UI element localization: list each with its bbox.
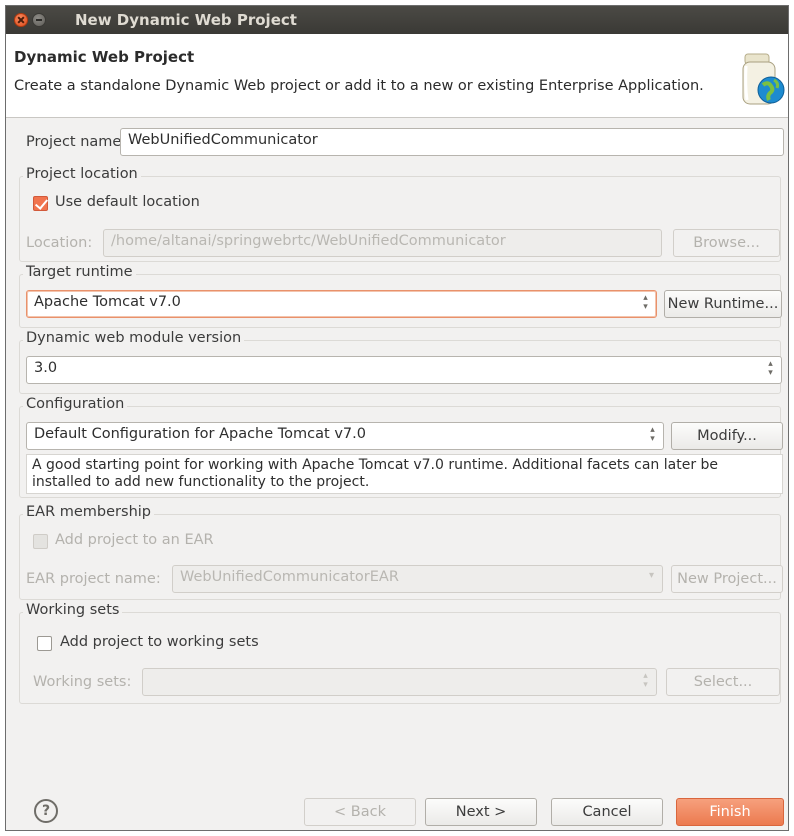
configuration-description: A good starting point for working with A… [26,454,783,494]
add-to-working-sets-checkbox[interactable] [37,636,52,651]
configuration-select[interactable]: Default Configuration for Apache Tomcat … [26,422,664,450]
window-title: New Dynamic Web Project [75,11,297,29]
add-to-ear-label: Add project to an EAR [55,532,214,548]
working-sets-label: Working sets [23,602,123,618]
ear-project-name-select[interactable]: WebUnifiedCommunicatorEAR ▾ [172,565,663,593]
module-version-value: 3.0 [34,360,58,376]
spinner-icon: ▴ ▾ [768,359,773,378]
ear-project-name-label: EAR project name: [26,571,161,587]
page-title: Dynamic Web Project [14,48,195,66]
spinner-icon: ▴ ▾ [650,425,655,444]
add-to-working-sets-label: Add project to working sets [60,634,259,650]
ear-project-name-value: WebUnifiedCommunicatorEAR [180,569,399,585]
close-icon[interactable] [14,13,28,27]
back-button[interactable]: < Back [304,798,416,826]
working-sets-select[interactable]: ▴ ▾ [142,668,657,696]
spinner-icon: ▴ ▾ [643,293,648,312]
new-ear-project-button[interactable]: New Project... [671,565,783,593]
help-icon[interactable]: ? [34,799,58,823]
minimize-icon[interactable] [32,13,46,27]
add-to-ear-checkbox[interactable] [33,534,48,549]
dialog-window: New Dynamic Web Project Dynamic Web Proj… [5,5,789,831]
configuration-value: Default Configuration for Apache Tomcat … [34,426,366,442]
target-runtime-select[interactable]: Apache Tomcat v7.0 ▴ ▾ [26,290,657,318]
next-button[interactable]: Next > [425,798,537,826]
location-field[interactable]: /home/altanai/springwebrtc/WebUnifiedCom… [103,229,662,257]
select-working-sets-button[interactable]: Select... [666,668,780,696]
location-label: Location: [26,235,93,251]
cancel-button[interactable]: Cancel [551,798,663,826]
project-name-label: Project name: [26,134,127,150]
module-version-select[interactable]: 3.0 ▴ ▾ [26,356,782,384]
wizard-header: Dynamic Web Project Create a standalone … [6,34,788,118]
web-project-icon [742,53,785,105]
title-bar: New Dynamic Web Project [6,6,788,34]
finish-button[interactable]: Finish [676,798,784,826]
new-runtime-button[interactable]: New Runtime... [664,290,782,318]
target-runtime-label: Target runtime [23,264,136,280]
spinner-icon: ▴ ▾ [643,671,648,690]
module-version-label: Dynamic web module version [23,330,245,346]
project-name-field[interactable]: WebUnifiedCommunicator [120,128,784,156]
chevron-down-icon: ▾ [648,570,655,581]
ear-membership-label: EAR membership [23,504,154,520]
configuration-label: Configuration [23,396,128,412]
page-description: Create a standalone Dynamic Web project … [14,78,704,94]
project-location-label: Project location [23,166,141,182]
modify-button[interactable]: Modify... [671,422,783,450]
working-sets-field-label: Working sets: [33,674,132,690]
use-default-location-label: Use default location [55,194,200,210]
use-default-location-checkbox[interactable] [33,196,48,211]
browse-button[interactable]: Browse... [673,229,780,257]
target-runtime-value: Apache Tomcat v7.0 [34,294,181,310]
